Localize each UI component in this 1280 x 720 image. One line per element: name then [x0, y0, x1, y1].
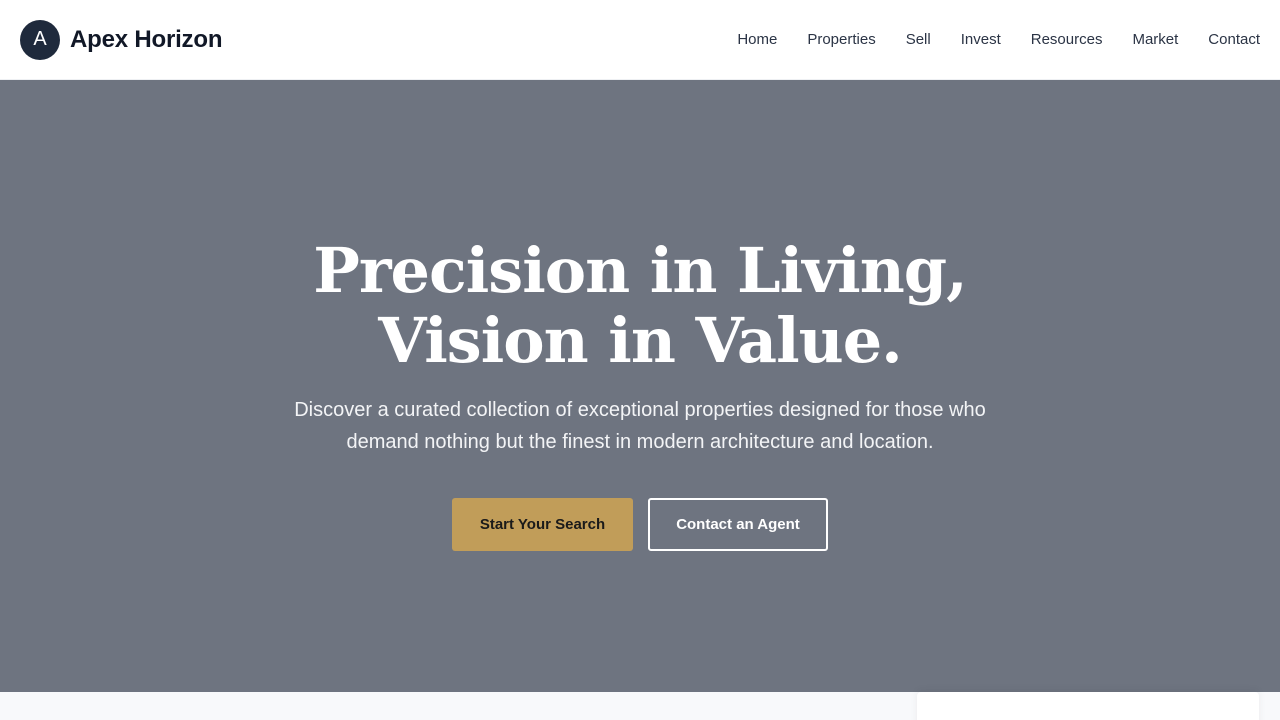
hero-section: Precision in Living, Vision in Value. Di…	[0, 80, 1280, 692]
search-card	[917, 692, 1259, 720]
nav-link-market[interactable]: Market	[1132, 31, 1178, 48]
start-search-button[interactable]: Start Your Search	[452, 497, 633, 551]
nav-link-sell[interactable]: Sell	[906, 31, 931, 48]
hero-title: Precision in Living, Vision in Value.	[313, 233, 967, 377]
nav-link-properties[interactable]: Properties	[807, 31, 875, 48]
hero-title-line-2: Vision in Value.	[378, 303, 903, 377]
logo-icon: A	[20, 19, 60, 60]
hero-actions: Start Your Search Contact an Agent	[452, 497, 828, 551]
top-navbar: A Apex Horizon Home Properties Sell Inve…	[0, 0, 1280, 80]
main-nav: Home Properties Sell Invest Resources Ma…	[737, 31, 1260, 48]
brand-logo-link[interactable]: A Apex Horizon	[20, 19, 223, 60]
contact-agent-button[interactable]: Contact an Agent	[648, 497, 828, 551]
brand-name: Apex Horizon	[70, 25, 223, 53]
nav-link-home[interactable]: Home	[737, 31, 777, 48]
nav-link-resources[interactable]: Resources	[1031, 31, 1103, 48]
nav-link-contact[interactable]: Contact	[1208, 31, 1260, 48]
nav-link-invest[interactable]: Invest	[961, 31, 1001, 48]
hero-subtitle: Discover a curated collection of excepti…	[294, 398, 986, 453]
hero-title-line-1: Precision in Living,	[313, 233, 967, 307]
